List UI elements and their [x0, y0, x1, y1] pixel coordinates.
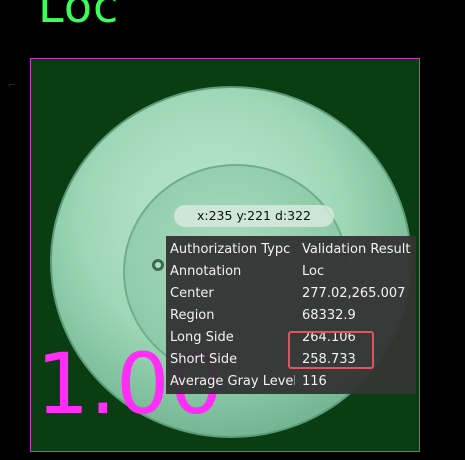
- detection-label: Loc: [38, 0, 120, 33]
- info-row-average-gray: Average Gray Level 116: [166, 371, 416, 393]
- info-header-key: Authorization Typc: [170, 242, 291, 257]
- info-value: 116: [302, 374, 327, 389]
- image-viewer[interactable]: Loc ⌐ 1.00 x:235 y:221 d:322 Authorizati…: [0, 0, 465, 460]
- info-key: Average Gray Level: [170, 374, 295, 389]
- info-key: Annotation: [170, 264, 242, 279]
- info-key: Center: [170, 286, 214, 301]
- info-row-region: Region 68332.9: [166, 305, 416, 327]
- info-key: Region: [170, 308, 215, 323]
- info-value: Loc: [302, 264, 325, 279]
- info-row-annotation: Annotation Loc: [166, 261, 416, 283]
- info-panel: Authorization Typc Validation Result Ann…: [166, 236, 416, 394]
- info-key: Short Side: [170, 352, 238, 367]
- info-value: 68332.9: [302, 308, 356, 323]
- info-value: 277.02,265.007: [302, 286, 406, 301]
- info-row-center: Center 277.02,265.007: [166, 283, 416, 305]
- cursor-readout: x:235 y:221 d:322: [174, 205, 334, 227]
- crosshair-icon: ⌐: [8, 81, 16, 91]
- highlight-box: [288, 331, 374, 369]
- info-key: Long Side: [170, 330, 234, 345]
- info-header-value: Validation Result: [302, 242, 411, 257]
- info-header-row: Authorization Typc Validation Result: [166, 239, 416, 261]
